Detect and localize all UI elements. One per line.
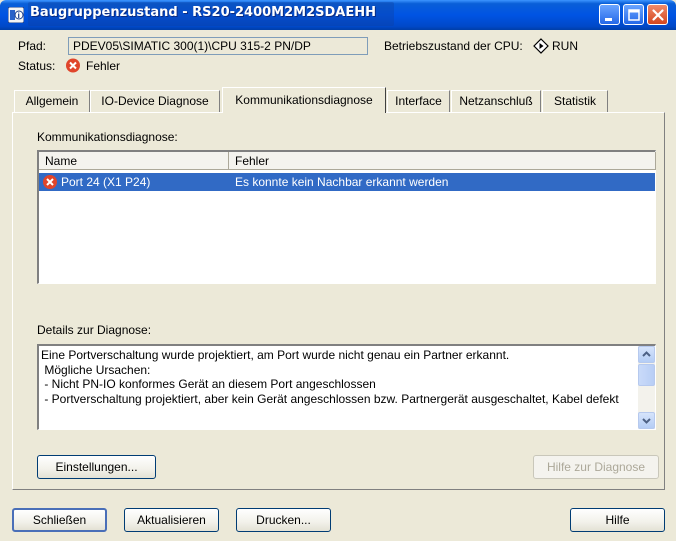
tab-io-device-diagnose[interactable]: IO-Device Diagnose bbox=[90, 90, 220, 112]
diagnose-window: i Baugruppenzustand - RS20-2400M2M2SDAEH… bbox=[0, 0, 676, 541]
column-header-name[interactable]: Name bbox=[39, 152, 229, 170]
print-button[interactable]: Drucken... bbox=[236, 508, 331, 532]
tab-kommunikationsdiagnose[interactable]: Kommunikationsdiagnose bbox=[222, 87, 386, 113]
row-error-cell: Es konnte kein Nachbar erkannt werden bbox=[235, 175, 449, 189]
scroll-down-button[interactable] bbox=[638, 412, 655, 429]
settings-button[interactable]: Einstellungen... bbox=[37, 455, 156, 479]
status-value: Fehler bbox=[86, 59, 121, 73]
error-icon bbox=[66, 58, 80, 73]
svg-text:i: i bbox=[18, 12, 20, 20]
path-field[interactable]: PDEV05\SIMATIC 300(1)\CPU 315-2 PN/DP bbox=[68, 37, 368, 55]
error-icon bbox=[43, 175, 57, 189]
cpu-state-value: RUN bbox=[552, 39, 578, 53]
tab-allgemein[interactable]: Allgemein bbox=[14, 90, 90, 112]
list-row[interactable]: Port 24 (X1 P24) Es konnte kein Nachbar … bbox=[39, 173, 655, 191]
minimize-icon bbox=[605, 18, 612, 21]
chevron-down-icon bbox=[642, 418, 651, 424]
status-label: Status: bbox=[18, 59, 56, 73]
run-state-icon bbox=[533, 38, 549, 54]
row-name-cell: Port 24 (X1 P24) bbox=[61, 175, 151, 189]
column-header-fehler[interactable]: Fehler bbox=[229, 152, 656, 170]
minimize-button[interactable] bbox=[599, 4, 620, 25]
close-icon bbox=[652, 9, 664, 21]
help-diagnose-button[interactable]: Hilfe zur Diagnose bbox=[533, 455, 659, 479]
scroll-up-button[interactable] bbox=[638, 346, 655, 363]
list-header: Name Fehler bbox=[39, 152, 656, 170]
tab-netzanschluss[interactable]: Netzanschluß bbox=[451, 90, 541, 112]
close-window-button[interactable] bbox=[647, 4, 668, 25]
help-button[interactable]: Hilfe bbox=[570, 508, 665, 532]
module-diagnose-icon[interactable]: i bbox=[8, 7, 24, 23]
details-textarea[interactable]: Eine Portverschaltung wurde projektiert,… bbox=[37, 344, 656, 430]
maximize-button[interactable] bbox=[623, 4, 644, 25]
tab-statistik[interactable]: Statistik bbox=[542, 90, 608, 112]
diagnose-list[interactable]: Name Fehler Port 24 (X1 P24) Es konnte k… bbox=[37, 150, 656, 284]
comm-section-label: Kommunikationsdiagnose: bbox=[37, 130, 178, 144]
scroll-thumb[interactable] bbox=[638, 364, 655, 386]
chevron-up-icon bbox=[642, 351, 651, 357]
title-bar[interactable]: i Baugruppenzustand - RS20-2400M2M2SDAEH… bbox=[0, 0, 676, 30]
details-scrollbar[interactable] bbox=[638, 346, 655, 429]
details-label: Details zur Diagnose: bbox=[37, 323, 152, 337]
details-text: Eine Portverschaltung wurde projektiert,… bbox=[41, 348, 619, 406]
tab-interface[interactable]: Interface bbox=[387, 90, 450, 112]
window-title: Baugruppenzustand - RS20-2400M2M2SDAEHH bbox=[30, 5, 377, 20]
maximize-icon bbox=[628, 9, 640, 21]
close-button[interactable]: Schließen bbox=[12, 508, 107, 532]
refresh-button[interactable]: Aktualisieren bbox=[124, 508, 219, 532]
cpu-state-label: Betriebszustand der CPU: bbox=[384, 39, 523, 53]
path-label: Pfad: bbox=[18, 39, 47, 53]
